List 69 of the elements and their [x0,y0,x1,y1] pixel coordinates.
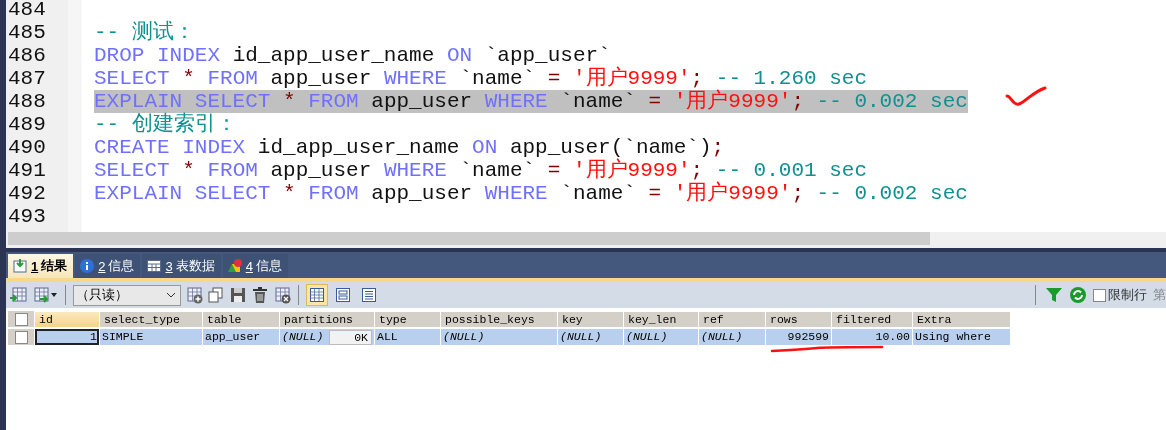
checkbox-label: 限制行 [1108,286,1147,304]
table-cell: (NULL) [624,329,698,345]
column-header[interactable]: rows [766,311,831,327]
code-line: CREATE INDEX id_app_user_name ON app_user(`name`); [94,136,725,159]
table-icon [146,258,163,274]
table-cell: ALL [375,329,440,345]
result-tab[interactable]: 2 信息 [75,254,141,278]
export-icon[interactable] [32,286,58,304]
mode-select[interactable]: （只读） [73,284,181,306]
table-cell: app_user [203,329,279,345]
line-number: 489 [8,113,47,136]
checkbox[interactable] [1093,288,1106,302]
row-checkbox[interactable] [14,330,28,344]
field-label: 第 [1153,286,1166,304]
grid-view-button[interactable] [306,284,328,306]
table-cell: (NULL) [558,329,623,345]
line-number: 490 [8,136,47,159]
scrollbar-thumb[interactable] [8,232,930,245]
code-line: EXPLAIN SELECT * FROM app_user WHERE `name` = '用户9999'; -- 0.002 sec [94,182,968,205]
code-line: SELECT * FROM app_user WHERE `name` = '用户9999'; -- 0.001 sec [94,159,868,182]
code-line: DROP INDEX id_app_user_name ON `app_user` [94,44,611,67]
column-header[interactable]: partitions [280,311,374,327]
column-header[interactable]: select_type [100,311,202,327]
code-line: SELECT * FROM app_user WHERE `name` = '用户9999'; -- 1.260 sec [94,67,868,90]
column-header[interactable]: key [558,311,623,327]
column-header[interactable]: key_len [624,311,698,327]
filter-icon[interactable] [1045,286,1063,304]
add-grid-icon[interactable] [10,286,28,304]
line-number: 492 [8,182,47,205]
line-number: 484 [8,0,47,21]
line-number: 486 [8,44,47,67]
table-cell: SIMPLE [100,329,202,345]
line-number: 491 [8,159,47,182]
size-badge: 0K [329,329,372,345]
table-cell: 992599 [766,329,831,345]
grid-download-icon [12,258,28,274]
delete-icon[interactable] [251,286,269,304]
column-header[interactable]: table [203,311,279,327]
line-number: 493 [8,205,47,228]
code-line: -- 测试： [94,21,195,44]
result-tab[interactable]: 4 信息 [222,254,288,278]
caret-icon [166,292,176,298]
code-line: -- 创建索引： [94,113,237,136]
column-header[interactable]: id [35,311,99,327]
shapes-icon [226,258,243,274]
table-cell: (NULL) [441,329,557,345]
select-all-checkbox[interactable] [14,312,28,326]
table-cell: (NULL) [282,329,324,345]
info-icon [79,258,96,274]
column-header[interactable]: type [375,311,440,327]
table-cell: 1 [35,329,99,345]
column-header[interactable]: ref [699,311,765,327]
column-header[interactable]: Extra [913,311,1010,327]
column-header[interactable]: filtered [832,311,912,327]
line-number: 487 [8,67,47,90]
table-cell: Using where [913,329,1010,345]
refresh-icon[interactable] [1069,286,1087,304]
check-mark-annotation [1004,86,1048,108]
line-number: 485 [8,21,47,44]
cancel-icon[interactable] [273,286,291,304]
result-tab[interactable]: 1 结果 [8,254,74,278]
table-cell: 10.00 [832,329,912,345]
save-icon[interactable] [229,286,247,304]
table-cell: (NULL) [699,329,765,345]
copy-icon[interactable] [207,286,225,304]
line-number: 488 [8,90,47,113]
result-tab[interactable]: 3 表数据 [142,254,221,278]
column-header[interactable]: possible_keys [441,311,557,327]
add-row-icon[interactable] [185,286,203,304]
